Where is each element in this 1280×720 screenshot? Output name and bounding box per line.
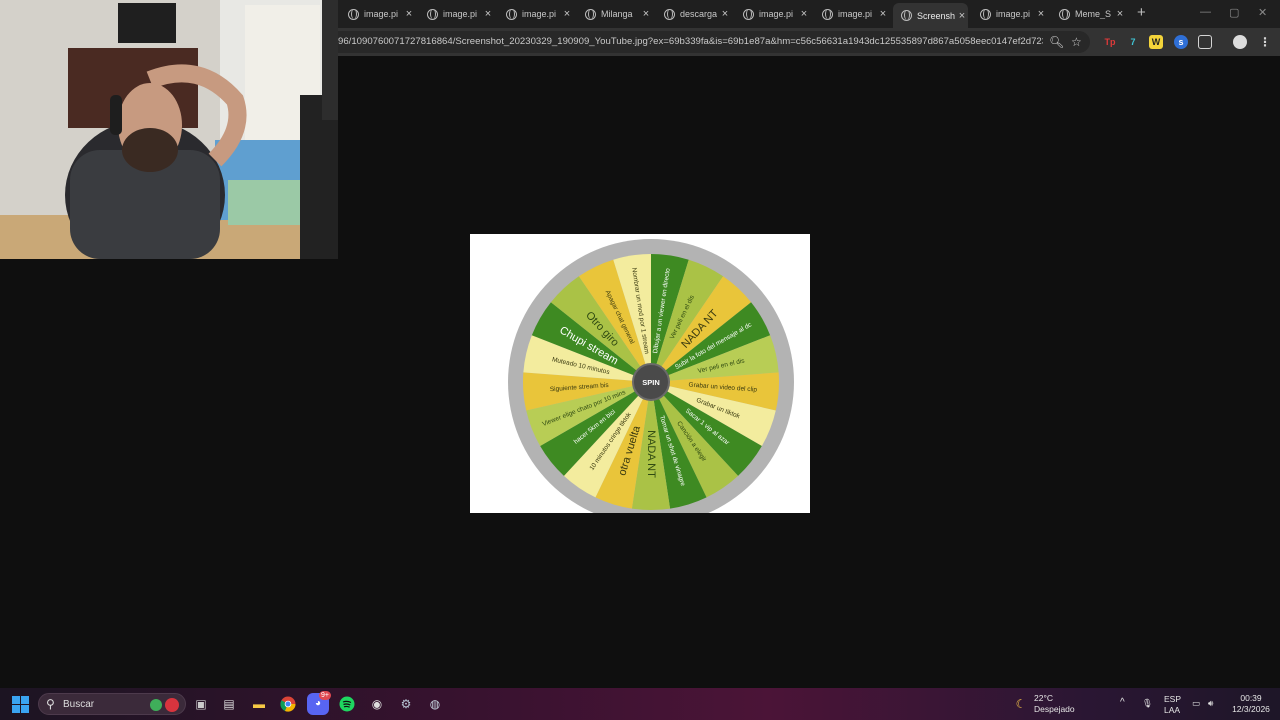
zoom-icon[interactable]: 🔍︎ [1049,35,1064,49]
volume-icon[interactable]: 🔊︎ [1208,698,1213,708]
wheel-segment-label: NADA NT [645,430,657,478]
browser-tab[interactable]: descarga × [656,4,731,24]
settings-gear-icon[interactable]: ⚙ [395,693,417,715]
webcam-feed-image [0,0,338,259]
tab-close-icon[interactable]: × [482,8,494,20]
address-toolbar: 96/1090760071727816864/Screenshot_202303… [338,28,1280,56]
app-icon-notepad[interactable]: ▤ [218,693,240,715]
network-icon[interactable]: ▭ [1192,698,1200,708]
tab-close-icon[interactable]: × [403,8,415,20]
tab-close-icon[interactable]: × [1114,8,1126,20]
browser-tab[interactable]: Milanga × [577,4,652,24]
globe-icon [743,8,754,20]
language-top[interactable]: ESP [1164,694,1181,704]
globe-icon [506,8,517,20]
extension-w-icon[interactable]: W [1149,35,1163,49]
language-bottom[interactable]: LAA [1164,705,1180,715]
clock-date[interactable]: 12/3/2026 [1228,704,1274,714]
maximize-icon[interactable]: ▢ [1229,6,1239,19]
weather-moon-icon[interactable]: ☾ [1010,693,1032,715]
browser-tab[interactable]: image.pi × [419,4,494,24]
tab-label: Milanga [601,9,633,19]
tab-close-icon[interactable]: × [956,10,968,22]
tab-close-icon[interactable]: × [798,8,810,20]
globe-icon [822,8,833,20]
globe-icon [585,8,596,20]
tab-close-icon[interactable]: × [561,8,573,20]
spotify-icon[interactable] [336,693,358,715]
tab-label: image.pi [522,9,557,19]
task-view-icon[interactable]: ▣ [190,693,212,715]
chrome-icon[interactable] [277,693,299,715]
minimize-icon[interactable]: — [1200,6,1211,18]
tab-label: Screensh [917,10,955,21]
tab-close-icon[interactable]: × [719,8,731,20]
windows-start-button[interactable] [12,696,29,713]
search-icon: ⚲ [46,697,55,711]
browser-tab[interactable]: image.pi × [735,4,810,24]
weather-desc: Despejado [1034,704,1075,714]
tab-label: descarga [680,9,718,19]
viewed-image[interactable]: Dibujar a un viewer en directo Ver peli e… [470,234,810,525]
discord-badge: 9+ [319,691,331,700]
steam-icon[interactable]: ◍ [424,693,446,715]
spin-label: SPIN [642,378,660,387]
extension-7tv-icon[interactable]: 7 [1126,35,1140,49]
tab-close-icon[interactable]: × [877,8,889,20]
globe-icon [1059,8,1070,20]
browser-tab[interactable]: image.pi × [972,4,1047,24]
browser-tab[interactable]: image.pi × [498,4,573,24]
menu-kebab-icon[interactable]: ⋮ [1258,35,1272,49]
weather-temp: 22°C [1034,693,1053,703]
extensions-puzzle-icon[interactable] [1198,35,1212,49]
browser-tab[interactable]: image.pi × [814,4,889,24]
extension-tp-icon[interactable]: Tp [1103,35,1117,49]
globe-icon [980,8,991,20]
spin-wheel: Dibujar a un viewer en directoVer peli e… [508,239,794,525]
tab-close-icon[interactable]: × [640,8,652,20]
webcam-overlay [0,0,338,259]
bookmark-star-icon[interactable]: ☆ [1071,35,1082,49]
search-highlight-icon-2 [165,698,179,712]
tray-overflow-chevron-icon[interactable]: ^ [1120,698,1125,708]
tab-label: image.pi [838,9,873,19]
profile-avatar[interactable] [1233,35,1247,49]
tab-label: image.pi [443,9,478,19]
file-explorer-icon[interactable]: ▬ [248,693,270,715]
tab-close-icon[interactable]: × [1035,8,1047,20]
screen: image.pi × image.pi × image.pi × Milanga × desca… [0,0,1280,720]
globe-icon [348,8,359,20]
url-text[interactable]: 96/1090760071727816864/Screenshot_202303… [338,36,1043,47]
obs-icon[interactable]: ◉ [366,693,388,715]
window-close-icon[interactable]: ✕ [1258,6,1267,19]
browser-tab[interactable]: image.pi × [340,4,415,24]
search-highlight-icon [150,699,162,711]
globe-icon [427,8,438,20]
taskbar-search[interactable]: ⚲ Buscar [38,693,186,715]
omnibox[interactable]: 96/1090760071727816864/Screenshot_202303… [338,31,1090,53]
microphone-icon[interactable]: 🎙︎ [1142,698,1153,708]
browser-tab[interactable]: Meme_S × [1051,4,1126,24]
tab-label: image.pi [996,9,1031,19]
globe-icon [664,8,675,20]
tab-label: Meme_S [1075,9,1112,19]
browser-tab[interactable]: Screensh × [893,3,968,28]
tab-label: image.pi [364,9,399,19]
search-label: Buscar [63,699,95,710]
new-tab-button[interactable]: + [1137,4,1146,21]
taskbar: ⚲ Buscar ▣ ▤ ▬ ◕ 9+ ◉ ⚙ ◍ ☾ 22°C Despeja… [0,688,1280,720]
clock-time[interactable]: 00:39 [1232,693,1270,703]
extension-s-icon[interactable]: s [1174,35,1188,49]
globe-icon [901,10,912,21]
tab-label: image.pi [759,9,794,19]
